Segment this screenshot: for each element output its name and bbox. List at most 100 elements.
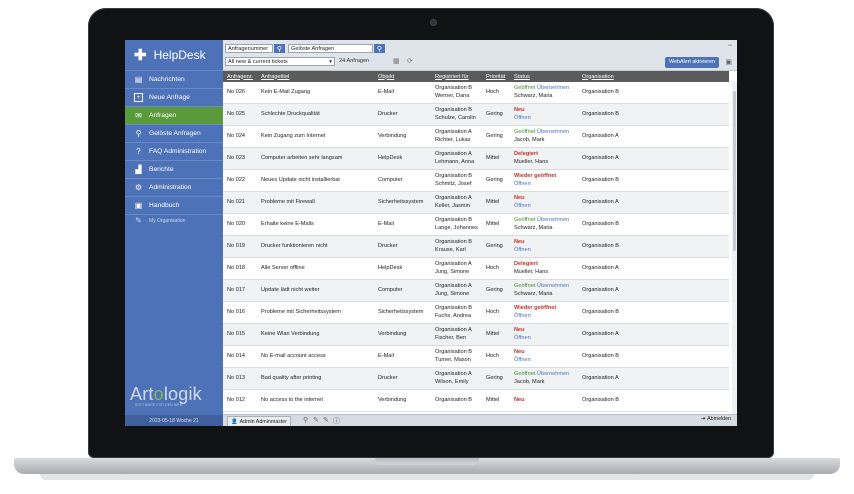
ticket-number[interactable]: No 021 [227,199,245,205]
ticket-title[interactable]: No access to the internet [261,397,323,403]
sidebar-item-2[interactable]: ✉ Anfragen [125,106,223,124]
ticket-number[interactable]: No 014 [227,353,245,359]
webalert-button[interactable]: WebAlert aktivieren [665,57,719,68]
table-row[interactable]: No 023 Computer arbeiten sehr langsam Help… [223,147,729,170]
column-header[interactable]: Objekt [374,71,431,82]
ticket-number[interactable]: No 016 [227,309,245,315]
ticket-number[interactable]: No 017 [227,287,245,293]
registered-person: Krause, Karl [435,246,466,253]
folder-icon[interactable]: ▦ [393,57,400,65]
search-input[interactable]: Gelöste Anfragen [288,44,373,53]
table-row[interactable]: No 019 Drucker funktionieren nicht Drucker… [223,235,729,258]
filter-select[interactable]: All new & current tickets ▾ [225,57,335,66]
ticket-priority: Gering [486,286,503,293]
table-row[interactable]: No 015 Keine Wlan Verbindung Verbindung Org… [223,323,729,346]
take-over-link[interactable]: Übernehmen [537,129,569,135]
ticket-title[interactable]: Neues Update nicht installierbar [261,177,340,183]
search-type-select[interactable]: Anfragenummer [225,44,273,53]
ticket-number[interactable]: No 012 [227,397,245,403]
sidebar-item-4[interactable]: ? FAQ Administration [125,142,223,160]
sidebar-item-3[interactable]: ⚲ Gelöste Anfragen [125,124,223,142]
column-header[interactable]: Priorität [482,71,510,82]
refresh-icon[interactable]: ⟳ [407,57,413,65]
window-controls-icon[interactable]: ▫▫ [728,43,732,49]
search-submit-button[interactable]: ⚲ [374,44,385,53]
ticket-title[interactable]: No E-mail account access [261,353,326,359]
ticket-number[interactable]: No 025 [227,111,245,117]
ticket-object: Sicherheitssystem [378,308,424,315]
ticket-title[interactable]: Probleme mit Firewall [261,199,315,205]
ticket-number[interactable]: No 024 [227,133,245,139]
take-over-link[interactable]: Übernehmen [537,85,569,91]
ticket-title[interactable]: Update lädt nicht weiter [261,287,319,293]
sidebar-item-5[interactable]: ▟ Berichte [125,160,223,178]
brand[interactable]: ✚ HelpDesk [125,40,223,70]
ticket-title[interactable]: Bad quality after printing [261,375,321,381]
ticket-title[interactable]: Drucker funktionieren nicht [261,243,328,249]
table-row[interactable]: No 012 No access to the internet Verbindun… [223,389,729,412]
status-detail[interactable]: Öffnen [514,357,531,363]
inbox-icon: ✉ [135,111,142,120]
ticket-number[interactable]: No 013 [227,375,245,381]
take-over-link[interactable]: Übernehmen [537,283,569,289]
status-detail[interactable]: Öffnen [514,203,531,209]
ticket-title[interactable]: Keine Wlan Verbindung [261,331,319,337]
ticket-number[interactable]: No 015 [227,331,245,337]
logout-button[interactable]: ⇥ Abmelden [701,416,731,422]
take-over-link[interactable]: Übernehmen [537,217,569,223]
table-row[interactable]: No 014 No E-mail account access E-Mail Orga… [223,345,729,368]
sidebar-item-6[interactable]: ⚙ Administration [125,178,223,196]
column-header[interactable]: Status [510,71,578,82]
ticket-number[interactable]: No 018 [227,265,245,271]
table-row[interactable]: No 017 Update lädt nicht weiter Computer Or… [223,279,729,302]
table-row[interactable]: No 013 Bad quality after printing Drucker O… [223,367,729,390]
sidebar-item-0[interactable]: ▤ Nachrichten [125,70,223,88]
status-detail[interactable]: Öffnen [514,313,531,319]
table-row[interactable]: No 021 Probleme mit Firewall Sicherheitssy… [223,191,729,214]
column-header[interactable]: Organisation [578,71,729,82]
ticket-number[interactable]: No 022 [227,177,245,183]
pin-icon[interactable]: ▣ [725,58,732,66]
ticket-number[interactable]: No 020 [227,221,245,227]
ticket-title[interactable]: Computer arbeiten sehr langsam [261,155,342,161]
info-icon[interactable]: ⓘ [333,416,340,426]
ticket-title[interactable]: Alle Server offline [261,265,305,271]
edit-icon[interactable]: ✎ [313,416,319,424]
status-detail[interactable]: Öffnen [514,181,531,187]
note-icon[interactable]: ✎ [323,416,329,424]
status-detail[interactable]: Öffnen [514,115,531,121]
sidebar-item-1[interactable]: + Neue Anfrage [125,88,223,106]
ticket-number[interactable]: No 019 [227,243,245,249]
search-button[interactable]: ⚲ [274,44,285,53]
table-row[interactable]: No 025 Schlechte Druckqualität Drucker Orga… [223,103,729,126]
ticket-title[interactable]: Erhalte keine E-Mails [261,221,314,227]
table-row[interactable]: No 016 Probleme mit Sicherheitssystem Sich… [223,301,729,324]
search-icon[interactable]: ⚲ [303,416,308,424]
table-row[interactable]: No 026 Kein E-Mail Zugang E-Mail Organisati… [223,82,729,104]
scrollbar-thumb[interactable] [733,91,736,251]
ticket-object: HelpDesk [378,264,403,271]
ticket-title[interactable]: Kein E-Mail Zugang [261,89,310,95]
column-header[interactable]: Anfragenr. [223,71,257,82]
table-row[interactable]: No 024 Kein Zugang zum Internet Verbindung… [223,125,729,148]
ticket-title[interactable]: Schlechte Druckqualität [261,111,320,117]
table-row[interactable]: No 018 Alle Server offline HelpDesk Organis… [223,257,729,280]
ticket-number[interactable]: No 026 [227,89,245,95]
current-user[interactable]: 👤 Admin Adminmaster [227,416,292,426]
column-header[interactable]: Anfragetitel [257,71,374,82]
vertical-scrollbar[interactable] [732,81,737,415]
sidebar-item-8[interactable]: ✎ My Organisation [125,214,223,226]
table-body: No 026 Kein E-Mail Zugang E-Mail Organisati… [223,82,729,412]
ticket-title[interactable]: Kein Zugang zum Internet [261,133,325,139]
ticket-title[interactable]: Probleme mit Sicherheitssystem [261,309,341,315]
column-header[interactable]: Registriert für [431,71,482,82]
status-detail[interactable]: Öffnen [514,335,531,341]
sidebar-item-label: FAQ Administration [149,148,207,155]
status-detail[interactable]: Öffnen [514,247,531,253]
table-row[interactable]: No 020 Erhalte keine E-Mails E-Mail Organis… [223,213,729,236]
take-over-link[interactable]: Übernehmen [537,371,569,377]
sidebar-item-7[interactable]: ▣ Handbuch [125,196,223,214]
ticket-number[interactable]: No 023 [227,155,245,161]
table-row[interactable]: No 022 Neues Update nicht installierbar Co… [223,169,729,192]
sidebar-item-label: Administration [149,184,192,191]
